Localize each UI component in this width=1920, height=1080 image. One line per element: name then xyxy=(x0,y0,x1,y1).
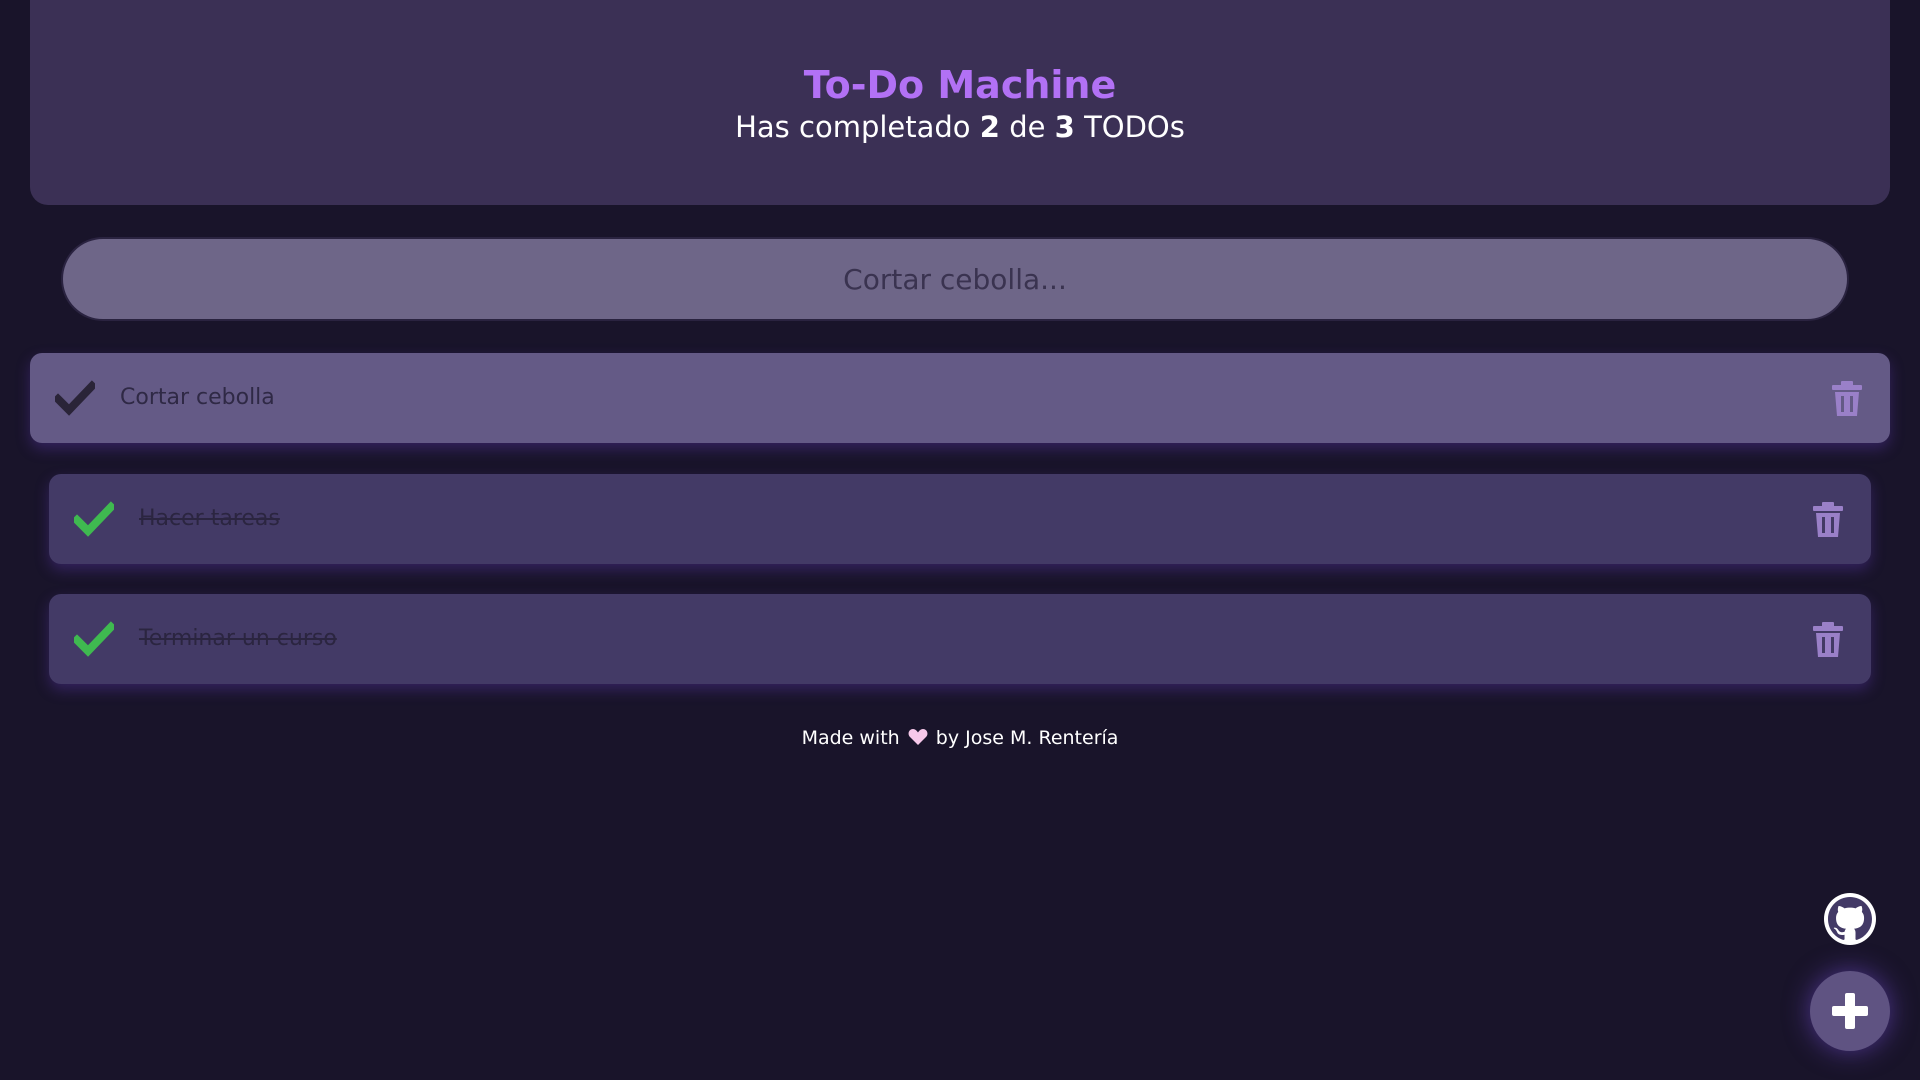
app-title: To-Do Machine xyxy=(803,63,1117,107)
counter-middle: de xyxy=(1009,110,1046,144)
todo-text: Terminar un curso xyxy=(139,626,337,651)
check-icon[interactable] xyxy=(52,380,98,416)
footer-suffix: by Jose M. Rentería xyxy=(935,727,1119,749)
trash-icon[interactable] xyxy=(1811,621,1845,659)
app-header: To-Do Machine Has completado 2 de 3 TODO… xyxy=(30,0,1890,205)
trash-icon[interactable] xyxy=(1830,380,1864,418)
check-icon[interactable] xyxy=(71,621,117,657)
add-todo-button[interactable] xyxy=(1810,971,1890,1051)
total-count: 3 xyxy=(1054,110,1075,144)
plus-icon xyxy=(1832,993,1868,1029)
todo-text: Cortar cebolla xyxy=(120,385,275,410)
check-icon[interactable] xyxy=(71,501,117,537)
todo-app: To-Do Machine Has completado 2 de 3 TODO… xyxy=(0,0,1920,1080)
todo-counter: Has completado 2 de 3 TODOs xyxy=(30,107,1890,147)
footer: Made with by Jose M. Rentería xyxy=(0,724,1920,752)
todo-item: Terminar un curso xyxy=(49,594,1871,684)
todo-item: Hacer tareas xyxy=(49,474,1871,564)
counter-prefix: Has completado xyxy=(735,110,971,144)
completed-count: 2 xyxy=(979,110,1000,144)
counter-suffix: TODOs xyxy=(1084,110,1185,144)
github-icon[interactable] xyxy=(1824,893,1876,945)
search-input[interactable] xyxy=(61,237,1849,321)
todo-text: Hacer tareas xyxy=(139,506,280,531)
heart-icon xyxy=(908,726,928,745)
todo-item: Cortar cebolla xyxy=(30,353,1890,443)
footer-prefix: Made with xyxy=(801,727,900,749)
trash-icon[interactable] xyxy=(1811,501,1845,539)
